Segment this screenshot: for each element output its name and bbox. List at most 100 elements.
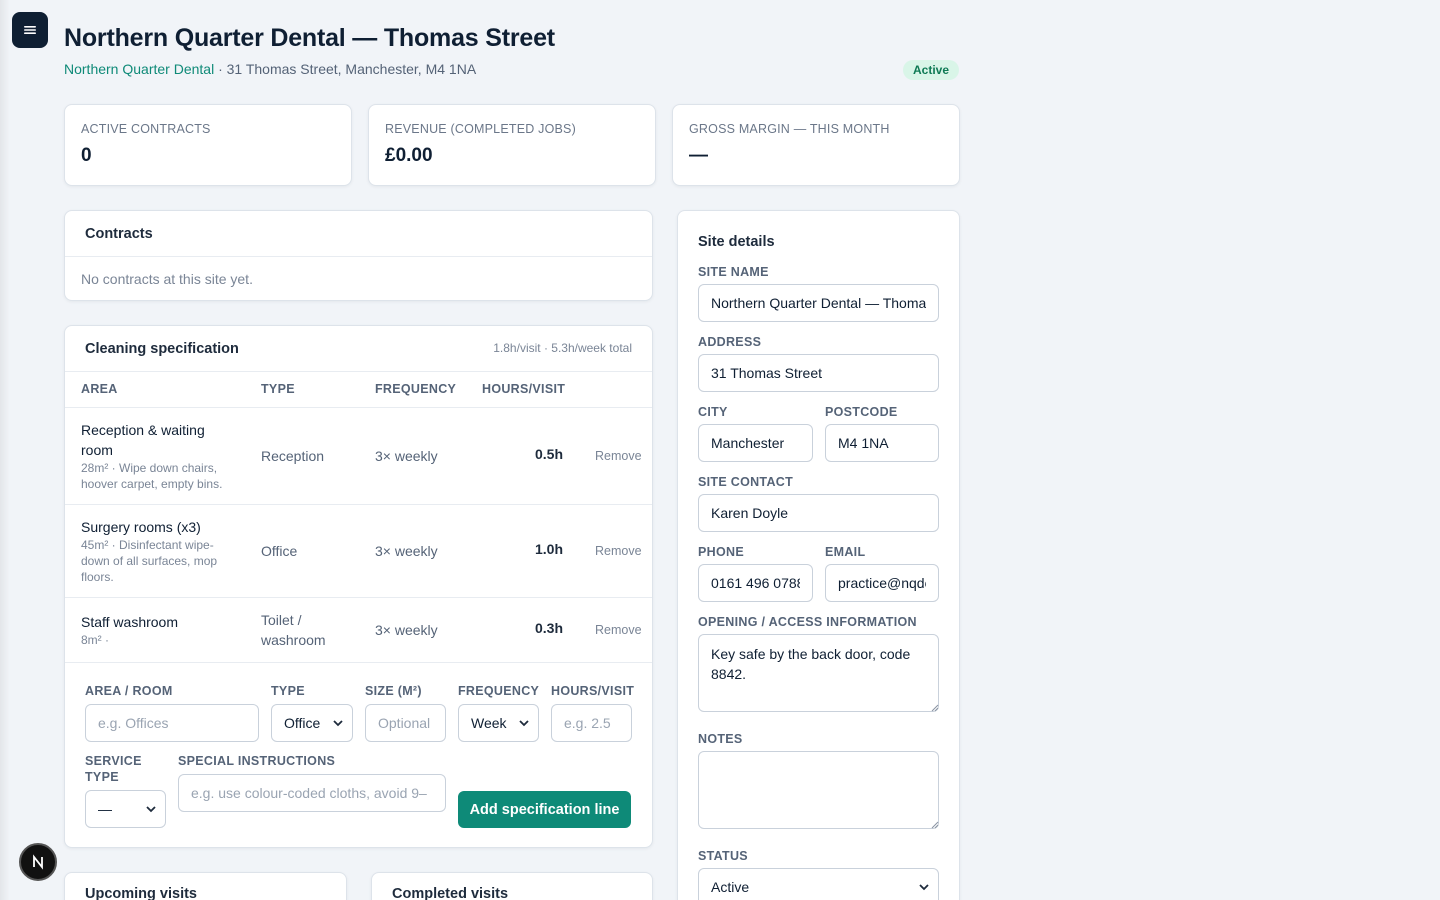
access-info-textarea[interactable]: Key safe by the back door, code 8842.: [698, 634, 939, 712]
column-header-type: TYPE: [261, 382, 295, 396]
area-frequency: 3× weekly: [375, 448, 438, 464]
menu-button[interactable]: [12, 12, 48, 48]
status-select[interactable]: Active: [698, 868, 939, 900]
site-contact-input[interactable]: [698, 494, 939, 532]
site-subtitle: Northern Quarter Dental · 31 Thomas Stre…: [64, 61, 476, 77]
cleaning-spec-card: Cleaning specification 1.8h/visit · 5.3h…: [64, 325, 653, 848]
city-input[interactable]: [698, 424, 813, 462]
service-type-label: SERVICE TYPE: [85, 754, 142, 784]
city-label: CITY: [698, 405, 728, 419]
remove-button[interactable]: Remove: [595, 449, 642, 463]
divider: [65, 597, 652, 598]
divider: [65, 662, 652, 663]
phone-input[interactable]: [698, 564, 813, 602]
size-label: SIZE (M²): [365, 684, 422, 698]
stat-label: REVENUE (COMPLETED JOBS): [385, 122, 576, 136]
notes-textarea[interactable]: [698, 751, 939, 829]
area-hours: 1.0h: [534, 541, 563, 557]
site-details-card: Site details SITE NAME ADDRESS CITY POST…: [677, 210, 960, 900]
status-select-value: Active: [711, 879, 750, 895]
stat-card-active-contracts: ACTIVE CONTRACTS 0: [64, 104, 352, 186]
area-type: Office: [261, 543, 298, 559]
type-label: TYPE: [271, 684, 305, 698]
postcode-input[interactable]: [825, 424, 939, 462]
chevron-down-icon: [333, 720, 343, 727]
contracts-card: Contracts No contracts at this site yet.: [64, 210, 653, 301]
upcoming-visits-card: Upcoming visits: [64, 872, 347, 900]
instructions-input[interactable]: [178, 774, 446, 812]
area-type: Toilet / washroom: [261, 612, 326, 648]
sidebar-edge: [0, 0, 10, 900]
stat-card-gross-margin: GROSS MARGIN — THIS MONTH —: [672, 104, 960, 186]
stat-value: 0: [81, 145, 92, 166]
phone-label: PHONE: [698, 545, 744, 559]
size-input[interactable]: [365, 704, 446, 742]
area-type: Reception: [261, 448, 325, 464]
email-label: EMAIL: [825, 545, 866, 559]
resize-grip-icon[interactable]: [931, 821, 939, 829]
area-room-input[interactable]: [85, 704, 259, 742]
email-input[interactable]: [825, 564, 939, 602]
area-frequency: 3× weekly: [375, 622, 438, 638]
completed-visits-title: Completed visits: [392, 886, 509, 900]
stat-label: ACTIVE CONTRACTS: [81, 122, 211, 136]
frequency-label: FREQUENCY: [458, 684, 540, 698]
next-logo-button[interactable]: [19, 843, 57, 881]
area-hours: 0.5h: [534, 446, 563, 462]
divider: [65, 407, 652, 408]
type-select-value: Office: [284, 715, 321, 731]
contracts-title: Contracts: [85, 226, 153, 242]
column-header-area: AREA: [81, 382, 118, 396]
access-info-label: OPENING / ACCESS INFORMATION: [698, 615, 917, 629]
status-label: STATUS: [698, 849, 748, 863]
next-logo-icon: [33, 854, 43, 870]
area-name: Surgery rooms (x3): [81, 519, 201, 535]
hours-input[interactable]: [551, 704, 632, 742]
page-title: Northern Quarter Dental — Thomas Street: [64, 24, 555, 52]
stat-label: GROSS MARGIN — THIS MONTH: [689, 122, 890, 136]
remove-button[interactable]: Remove: [595, 623, 642, 637]
notes-label: NOTES: [698, 732, 743, 746]
area-name: Staff washroom: [81, 614, 179, 630]
completed-visits-card: Completed visits: [371, 872, 653, 900]
column-header-hours: HOURS/VISIT: [482, 382, 566, 396]
service-type-select[interactable]: —: [85, 790, 166, 828]
hours-label: HOURS/VISIT: [551, 684, 635, 698]
site-details-title: Site details: [698, 234, 775, 250]
column-header-frequency: FREQUENCY: [375, 382, 457, 396]
area-hours: 0.3h: [534, 620, 563, 636]
address-label: ADDRESS: [698, 335, 762, 349]
site-name-input[interactable]: [698, 284, 939, 322]
spec-title: Cleaning specification: [85, 341, 239, 357]
site-name-label: SITE NAME: [698, 265, 769, 279]
client-link[interactable]: Northern Quarter Dental: [64, 61, 214, 77]
area-name: Reception & waiting room: [81, 422, 205, 458]
area-description: 8m² ·: [81, 633, 109, 647]
type-select[interactable]: Office: [271, 704, 353, 742]
site-address: · 31 Thomas Street, Manchester, M4 1NA: [214, 61, 477, 77]
stat-value: —: [689, 145, 708, 166]
status-badge: Active: [903, 60, 960, 80]
upcoming-visits-title: Upcoming visits: [85, 886, 197, 900]
contracts-empty: No contracts at this site yet.: [81, 271, 253, 287]
divider: [65, 504, 652, 505]
frequency-select-value: Week: [471, 715, 507, 731]
menu-icon: [24, 26, 36, 34]
instructions-label: SPECIAL INSTRUCTIONS: [178, 754, 336, 768]
chevron-down-icon: [519, 720, 529, 727]
spec-summary: 1.8h/visit · 5.3h/week total: [493, 341, 632, 355]
postcode-label: POSTCODE: [825, 405, 898, 419]
resize-grip-icon[interactable]: [931, 704, 939, 712]
remove-button[interactable]: Remove: [595, 544, 642, 558]
address-input[interactable]: [698, 354, 939, 392]
service-type-value: —: [98, 801, 112, 817]
frequency-select[interactable]: Week: [458, 704, 539, 742]
chevron-down-icon: [919, 884, 929, 891]
divider: [65, 256, 652, 257]
stat-value: £0.00: [385, 145, 433, 166]
chevron-down-icon: [146, 806, 156, 813]
area-room-label: AREA / ROOM: [85, 684, 173, 698]
add-spec-line-button[interactable]: Add specification line: [458, 791, 631, 828]
area-description: 45m² · Disinfectant wipe-down of all sur…: [81, 538, 218, 584]
site-contact-label: SITE CONTACT: [698, 475, 794, 489]
